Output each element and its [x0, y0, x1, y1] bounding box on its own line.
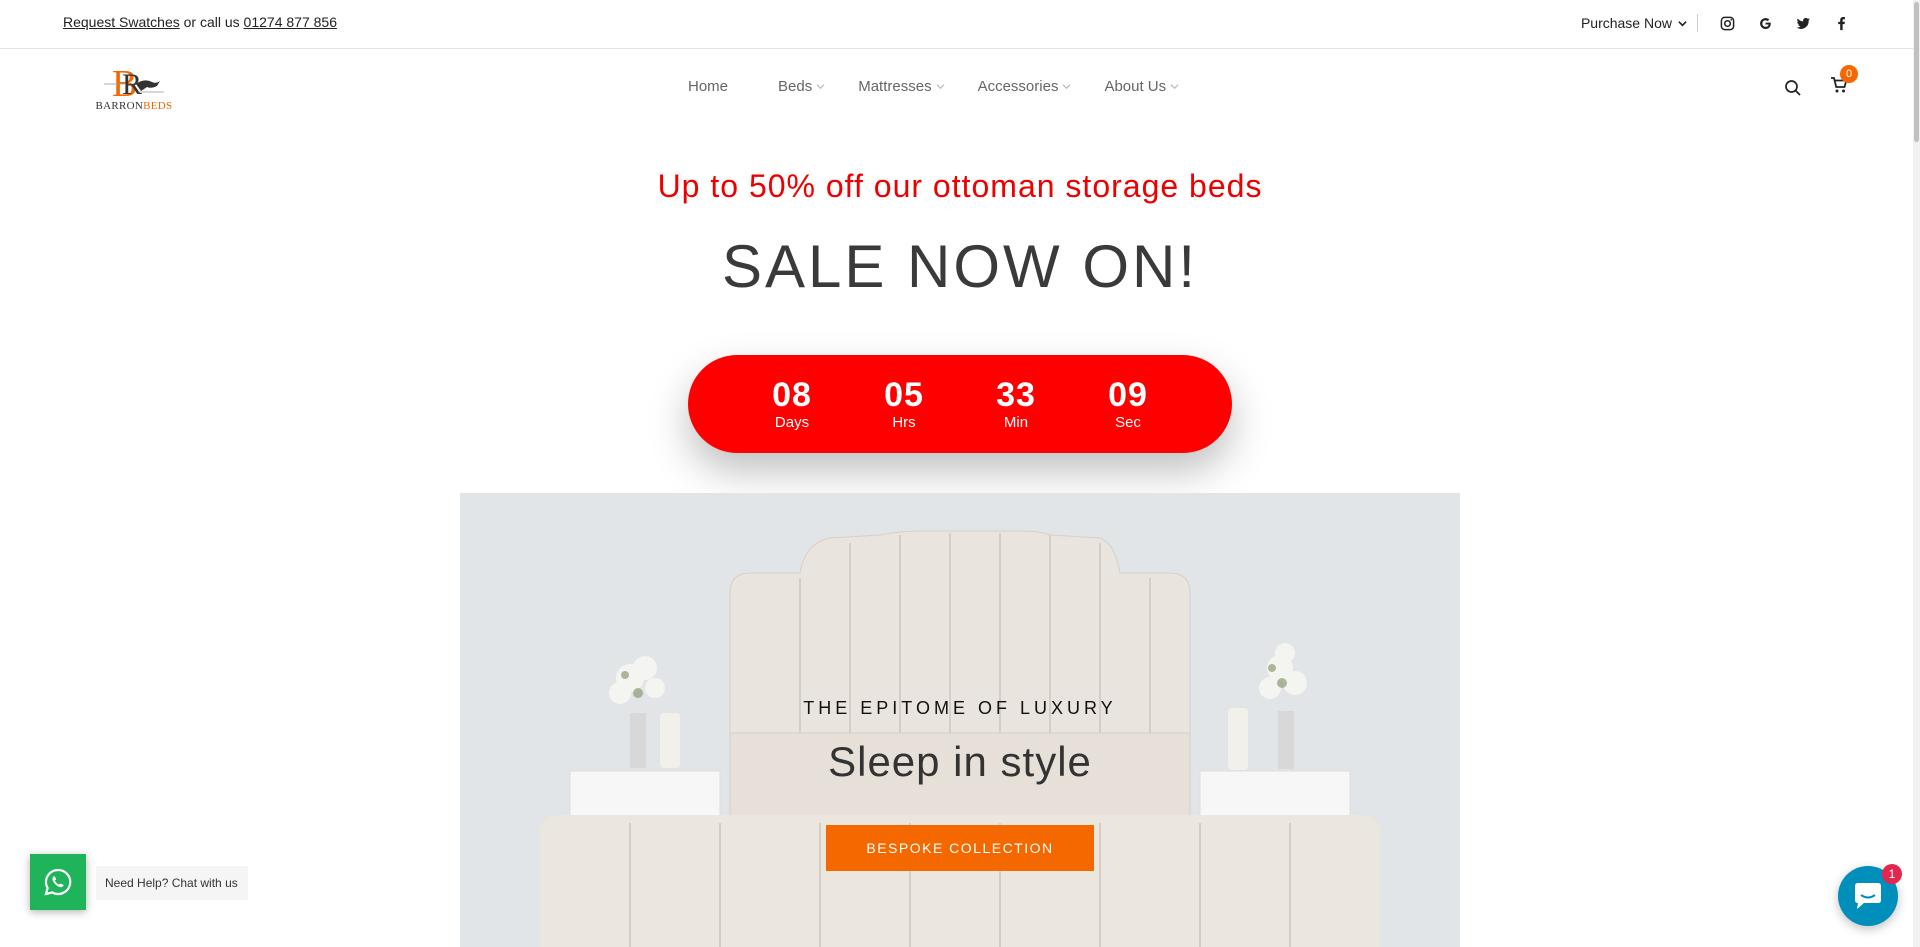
- nav-item-label: Beds: [778, 78, 813, 95]
- countdown-seconds: 09 Sec: [1083, 376, 1173, 432]
- countdown-minutes-label: Min: [1003, 414, 1029, 431]
- countdown-seconds-value: 09: [1108, 376, 1148, 414]
- facebook-icon[interactable]: [1822, 12, 1860, 34]
- hero-banner: THE EPITOME OF LUXURY Sleep in style BES…: [460, 493, 1460, 947]
- nav-item-label: Home: [688, 78, 729, 95]
- countdown-days-value: 08: [772, 376, 812, 414]
- chevron-down-icon: [1170, 84, 1179, 90]
- site-logo[interactable]: B R BARRONBEDS: [92, 62, 176, 116]
- shop-chat-badge: 1: [1882, 864, 1902, 884]
- nav-item-label: Accessories: [977, 78, 1059, 95]
- chevron-down-icon: [1062, 84, 1071, 90]
- scrollbar-thumb[interactable]: [1914, 2, 1919, 142]
- promo-subtitle: Up to 50% off our ottoman storage beds: [657, 168, 1263, 204]
- logo-text-barron: BARRON: [95, 100, 144, 112]
- nav-item-label: About Us: [1104, 78, 1167, 95]
- twitter-icon[interactable]: [1784, 12, 1822, 34]
- header-icons: 0: [1784, 65, 1858, 99]
- nav-item-accessories[interactable]: Accessories: [978, 78, 1072, 95]
- hero-kicker: THE EPITOME OF LUXURY: [803, 698, 1117, 718]
- call-us-text: or call us: [179, 14, 244, 30]
- phone-link[interactable]: 01274 877 856: [244, 14, 337, 30]
- hero-title: Sleep in style: [828, 738, 1092, 785]
- purchase-now-label: Purchase Now: [1580, 15, 1672, 31]
- nav-item-about-us[interactable]: About Us: [1104, 78, 1179, 95]
- nav-item-mattresses[interactable]: Mattresses: [858, 78, 945, 95]
- countdown-seconds-label: Sec: [1115, 414, 1141, 431]
- whatsapp-help-text[interactable]: Need Help? Chat with us: [96, 866, 248, 900]
- page-scrollbar[interactable]: [1913, 0, 1920, 947]
- contact-info: Request Swatches or call us 01274 877 85…: [63, 14, 337, 30]
- chevron-down-icon: [936, 84, 945, 90]
- countdown-days-label: Days: [774, 414, 810, 431]
- cart-button[interactable]: 0: [1830, 65, 1858, 99]
- countdown-hours: 05 Hrs: [859, 376, 949, 432]
- chevron-down-icon: [816, 84, 825, 90]
- nav-item-label: Mattresses: [858, 78, 932, 95]
- whatsapp-button[interactable]: [30, 854, 86, 910]
- countdown-hours-value: 05: [884, 376, 924, 414]
- nav-item-beds[interactable]: Beds: [778, 78, 825, 95]
- nav-item-home[interactable]: Home: [688, 78, 728, 95]
- bespoke-collection-button[interactable]: BESPOKE COLLECTION: [826, 825, 1094, 871]
- purchase-now-dropdown[interactable]: Purchase Now: [1581, 14, 1698, 32]
- chevron-down-icon: [1678, 20, 1687, 26]
- announcement-bar: Request Swatches or call us 01274 877 85…: [0, 0, 1920, 49]
- logo-text-beds: BEDS: [143, 100, 173, 112]
- search-icon[interactable]: [1784, 79, 1802, 97]
- countdown-minutes-value: 33: [996, 376, 1036, 414]
- topbar-right: Purchase Now: [1581, 12, 1860, 34]
- promo-title: SALE NOW ON!: [721, 233, 1199, 300]
- countdown-minutes: 33 Min: [971, 376, 1061, 432]
- countdown-days: 08 Days: [747, 376, 837, 432]
- request-swatches-link[interactable]: Request Swatches: [63, 14, 180, 30]
- google-icon[interactable]: [1746, 12, 1784, 34]
- whatsapp-icon: [44, 868, 72, 896]
- hero-bed-image: [460, 493, 1460, 947]
- instagram-icon[interactable]: [1708, 12, 1746, 34]
- main-nav: Home Beds Mattresses Accessories About Us: [688, 78, 1212, 95]
- chat-bubble-icon: [1855, 883, 1881, 909]
- countdown-hours-label: Hrs: [892, 414, 916, 431]
- countdown-timer: 08 Days 05 Hrs 33 Min 09 Sec: [688, 355, 1232, 453]
- cart-count-badge: 0: [1840, 65, 1858, 83]
